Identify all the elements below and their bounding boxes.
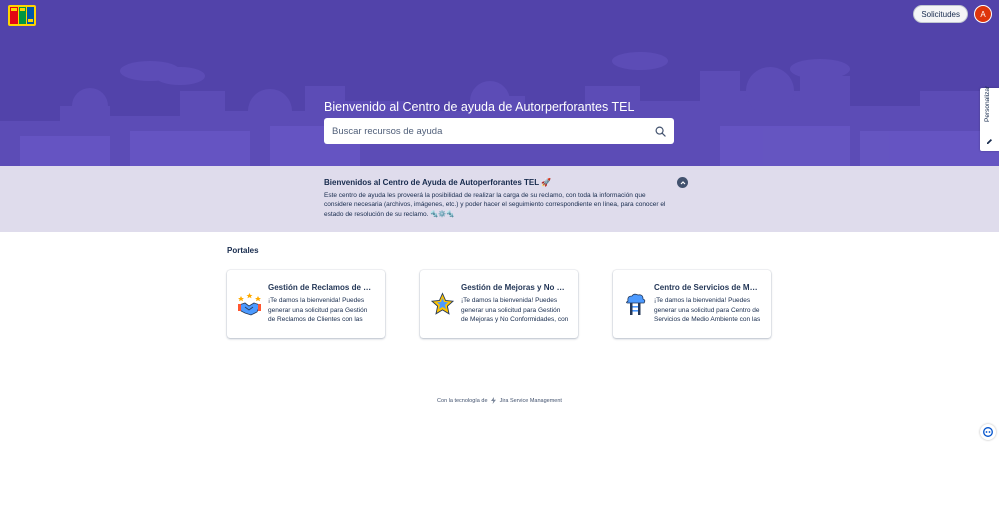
search-bar[interactable] [324, 118, 674, 144]
requests-button[interactable]: Solicitudes [913, 5, 968, 23]
announcement-title: Bienvenidos al Centro de Ayuda de Autope… [324, 178, 552, 187]
portal-description: ¡Te damos la bienvenida! Puedes generar … [268, 297, 368, 323]
portal-card-reclamos[interactable]: Gestión de Reclamos de Clientes ¡Te damo… [227, 270, 385, 338]
topbar-actions: Solicitudes A [913, 5, 992, 23]
search-icon[interactable] [655, 126, 666, 137]
customize-side-tab[interactable]: Personalizar [980, 85, 999, 151]
user-avatar[interactable]: A [974, 5, 992, 23]
tree-cloud-icon [626, 293, 646, 315]
portal-title[interactable]: Gestión de Reclamos de Clientes [268, 283, 372, 292]
chevron-up-icon [680, 180, 685, 184]
search-input[interactable] [332, 125, 655, 137]
jira-lightning-icon [491, 397, 497, 404]
portal-title[interactable]: Centro de Servicios de Medio Ambiente [654, 283, 758, 292]
help-chat-button[interactable] [980, 424, 996, 440]
hero-banner: Solicitudes A Bienvenido al Centro de ay… [0, 0, 999, 166]
star-badge-icon [430, 292, 455, 315]
chat-bot-icon [983, 427, 993, 437]
portal-description: ¡Te damos la bienvenida! Puedes generar … [654, 297, 761, 323]
footer-product-link[interactable]: Jira Service Management [500, 398, 562, 404]
portals-heading: Portales [227, 246, 259, 255]
handshake-stars-icon [238, 293, 261, 316]
footer-prefix: Con la tecnología de [437, 397, 488, 404]
announcement-banner: Bienvenidos al Centro de Ayuda de Autope… [0, 166, 999, 232]
tel-logo-icon [8, 5, 36, 26]
portal-card-medio-ambiente[interactable]: Centro de Servicios de Medio Ambiente ¡T… [613, 270, 771, 338]
collapse-button[interactable] [677, 177, 688, 188]
announcement-body: Este centro de ayuda les proveerá la pos… [324, 192, 666, 218]
skyline-illustration [0, 52, 999, 166]
customize-label: Personalizar [984, 85, 991, 122]
page-title: Bienvenido al Centro de ayuda de Autorpe… [324, 100, 635, 114]
pencil-icon [987, 139, 992, 144]
portal-title[interactable]: Gestión de Mejoras y No Conformidades [461, 283, 565, 292]
footer: Con la tecnología de Jira Service Manage… [0, 397, 999, 404]
portal-card-mejoras[interactable]: Gestión de Mejoras y No Conformidades ¡T… [420, 270, 578, 338]
portal-description: ¡Te damos la bienvenida! Puedes generar … [461, 297, 569, 323]
